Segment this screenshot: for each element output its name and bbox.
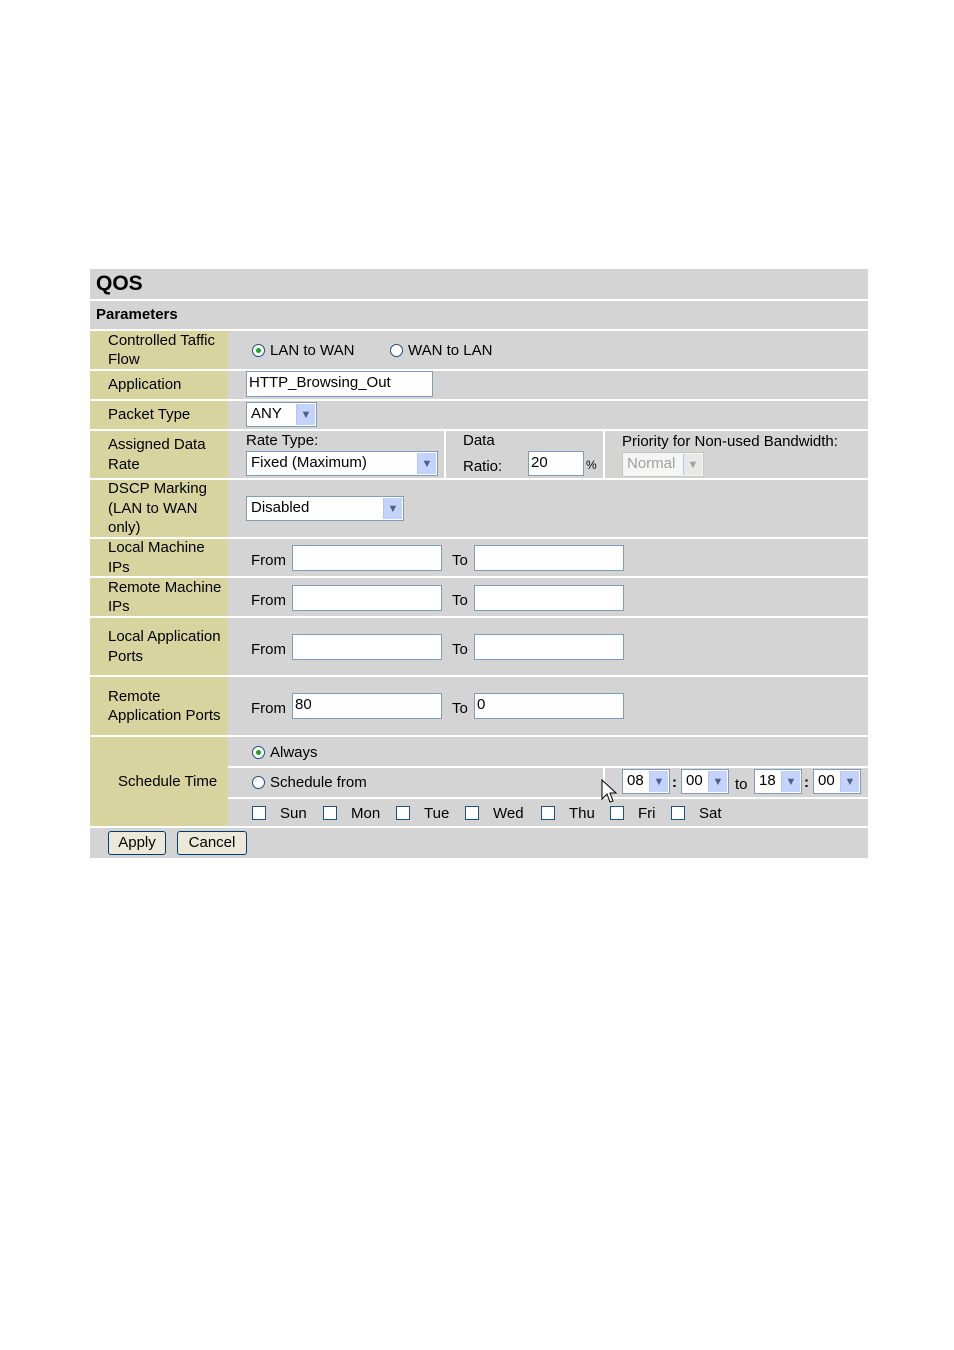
- application-input[interactable]: HTTP_Browsing_Out: [246, 371, 433, 397]
- remote-ips-from-label: From: [251, 592, 286, 609]
- day-label-fri: Fri: [638, 805, 656, 822]
- local-ips-from-label: From: [251, 552, 286, 569]
- packet-type-label: Packet Type: [90, 401, 228, 429]
- day-label-mon: Mon: [351, 805, 381, 822]
- ratio-label: Ratio:: [463, 458, 503, 475]
- day-label-sun: Sun: [280, 805, 307, 822]
- qos-panel: QOS Parameters Controlled Taffic Flow LA…: [90, 269, 868, 858]
- radio-schedule-from[interactable]: [252, 776, 265, 789]
- time-colon: :: [804, 774, 809, 791]
- day-label-wed: Wed: [493, 805, 524, 822]
- packet-type-select[interactable]: ANY ▼: [246, 402, 317, 427]
- local-ips-from-input[interactable]: [292, 545, 442, 571]
- priority-label: Priority for Non-used Bandwidth:: [622, 433, 838, 450]
- start-hour-select[interactable]: 08 ▼: [622, 769, 670, 794]
- radio-lan-to-wan[interactable]: [252, 344, 265, 357]
- checkbox-tue[interactable]: [396, 806, 410, 820]
- radio-always-label: Always: [270, 744, 318, 761]
- traffic-flow-label: Controlled Taffic Flow: [90, 331, 228, 369]
- chevron-down-icon: ▼: [296, 404, 315, 425]
- time-colon: :: [672, 774, 677, 791]
- cancel-button[interactable]: Cancel: [177, 831, 247, 855]
- divider: [444, 431, 446, 478]
- checkbox-sat[interactable]: [671, 806, 685, 820]
- start-min-select[interactable]: 00 ▼: [681, 769, 729, 794]
- rate-type-label: Rate Type:: [246, 432, 319, 449]
- local-ips-to-label: To: [452, 552, 468, 569]
- checkbox-thu[interactable]: [541, 806, 555, 820]
- chevron-down-icon: ▼: [708, 771, 727, 792]
- remote-ips-from-input[interactable]: [292, 585, 442, 611]
- mouse-pointer-icon: [601, 779, 617, 803]
- day-label-tue: Tue: [424, 805, 450, 822]
- to-label: to: [735, 776, 748, 793]
- apply-button[interactable]: Apply: [108, 831, 166, 855]
- chevron-down-icon: ▼: [683, 454, 702, 475]
- application-label: Application: [90, 371, 228, 399]
- end-hour-select[interactable]: 18 ▼: [754, 769, 802, 794]
- chevron-down-icon: ▼: [649, 771, 668, 792]
- local-ports-to-input[interactable]: [474, 634, 624, 660]
- data-label: Data: [463, 432, 495, 449]
- rate-type-value: Fixed (Maximum): [251, 454, 367, 471]
- radio-wan-to-lan[interactable]: [390, 344, 403, 357]
- local-ports-from-label: From: [251, 641, 286, 658]
- rate-type-select[interactable]: Fixed (Maximum) ▼: [246, 451, 438, 476]
- remote-ports-label: Remote Application Ports: [90, 677, 228, 735]
- local-ports-from-input[interactable]: [292, 634, 442, 660]
- local-ips-to-input[interactable]: [474, 545, 624, 571]
- chevron-down-icon: ▼: [840, 771, 859, 792]
- checkbox-wed[interactable]: [465, 806, 479, 820]
- dscp-select[interactable]: Disabled ▼: [246, 496, 404, 521]
- radio-wan-to-lan-label: WAN to LAN: [408, 342, 493, 359]
- remote-ips-to-label: To: [452, 592, 468, 609]
- remote-ports-to-label: To: [452, 700, 468, 717]
- divider: [90, 299, 868, 301]
- start-hour-value: 08: [627, 772, 644, 789]
- divider: [228, 797, 868, 799]
- ratio-input[interactable]: 20: [528, 451, 584, 476]
- chevron-down-icon: ▼: [781, 771, 800, 792]
- chevron-down-icon: ▼: [417, 453, 436, 474]
- remote-ips-to-input[interactable]: [474, 585, 624, 611]
- checkbox-fri[interactable]: [610, 806, 624, 820]
- radio-schedule-from-label: Schedule from: [270, 774, 367, 791]
- remote-ports-to-input[interactable]: 0: [474, 693, 624, 719]
- dscp-label: DSCP Marking (LAN to WAN only): [90, 480, 228, 537]
- chevron-down-icon: ▼: [383, 498, 402, 519]
- day-label-sat: Sat: [699, 805, 722, 822]
- remote-ports-from-label: From: [251, 700, 286, 717]
- checkbox-sun[interactable]: [252, 806, 266, 820]
- dscp-value: Disabled: [251, 499, 310, 516]
- day-label-thu: Thu: [569, 805, 595, 822]
- schedule-label: Schedule Time: [90, 737, 228, 826]
- local-ips-label: Local Machine IPs: [90, 539, 228, 576]
- end-min-value: 00: [818, 772, 835, 789]
- packet-type-value: ANY: [251, 405, 282, 422]
- divider: [228, 766, 868, 768]
- remote-ips-label: Remote Machine IPs: [90, 578, 228, 616]
- divider: [90, 826, 868, 828]
- panel-subtitle: Parameters: [96, 306, 178, 323]
- data-rate-label: Assigned Data Rate: [90, 431, 228, 478]
- radio-lan-to-wan-label: LAN to WAN: [270, 342, 355, 359]
- priority-value: Normal: [627, 455, 676, 472]
- panel-title: QOS: [96, 272, 143, 295]
- local-ports-label: Local Application Ports: [90, 618, 228, 675]
- radio-always[interactable]: [252, 746, 265, 759]
- remote-ports-from-input[interactable]: 80: [292, 693, 442, 719]
- local-ports-to-label: To: [452, 641, 468, 658]
- divider: [603, 431, 605, 478]
- priority-select: Normal ▼: [622, 452, 704, 477]
- start-min-value: 00: [686, 772, 703, 789]
- percent-sign: %: [586, 458, 597, 472]
- end-hour-value: 18: [759, 772, 776, 789]
- checkbox-mon[interactable]: [323, 806, 337, 820]
- end-min-select[interactable]: 00 ▼: [813, 769, 861, 794]
